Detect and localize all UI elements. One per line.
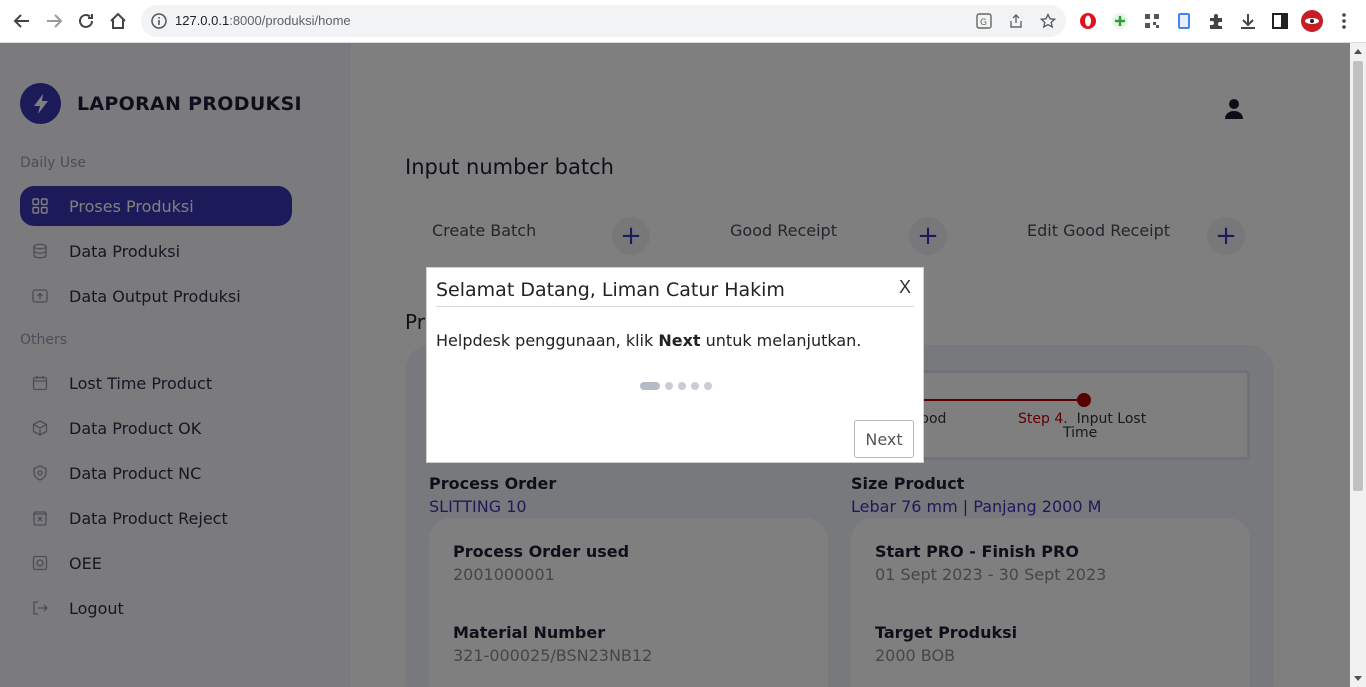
welcome-modal: Selamat Datang, Liman Catur Hakim X Help…: [426, 267, 924, 463]
site-info-icon[interactable]: [151, 13, 167, 33]
modal-body: Helpdesk penggunaan, klik Next untuk mel…: [436, 331, 862, 350]
modal-close-button[interactable]: X: [899, 277, 911, 298]
step-dot[interactable]: [665, 382, 673, 390]
browser-menu-icon[interactable]: [1334, 11, 1354, 31]
scroll-thumb[interactable]: [1353, 61, 1363, 491]
scroll-up-arrow-icon[interactable]: [1354, 49, 1362, 54]
opera-ext-icon[interactable]: [1078, 11, 1098, 31]
forward-icon[interactable]: [43, 10, 65, 32]
svg-text:G: G: [980, 18, 987, 28]
step-dot[interactable]: [678, 382, 686, 390]
download-icon[interactable]: [1238, 11, 1258, 31]
home-icon[interactable]: [107, 10, 129, 32]
translate-icon[interactable]: G: [976, 13, 992, 29]
back-icon[interactable]: [11, 10, 33, 32]
bookmark-star-icon[interactable]: [1039, 12, 1057, 29]
qr-ext-icon[interactable]: [1142, 11, 1162, 31]
page-scrollbar[interactable]: [1350, 43, 1366, 687]
step-indicator: [640, 382, 712, 390]
extensions-puzzle-icon[interactable]: [1206, 11, 1226, 31]
next-button[interactable]: Next: [854, 420, 914, 458]
share-icon[interactable]: [1008, 13, 1024, 29]
modal-divider: [436, 306, 914, 307]
modal-title: Selamat Datang, Liman Catur Hakim: [436, 279, 785, 301]
scroll-down-arrow-icon[interactable]: [1354, 676, 1362, 681]
step-dot-active[interactable]: [640, 382, 660, 390]
side-panel-icon[interactable]: [1270, 11, 1290, 31]
browser-toolbar: 127.0.0.1:8000/produksi/home G: [0, 0, 1366, 43]
step-dot[interactable]: [704, 382, 712, 390]
address-bar[interactable]: 127.0.0.1:8000/produksi/home G: [141, 5, 1066, 37]
reload-icon[interactable]: [75, 10, 97, 32]
step-dot[interactable]: [691, 382, 699, 390]
profile-avatar[interactable]: [1300, 9, 1324, 33]
plus-ext-icon[interactable]: [1110, 11, 1130, 31]
url-text: 127.0.0.1:8000/produksi/home: [175, 13, 351, 28]
tab-ext-icon[interactable]: [1174, 11, 1194, 31]
